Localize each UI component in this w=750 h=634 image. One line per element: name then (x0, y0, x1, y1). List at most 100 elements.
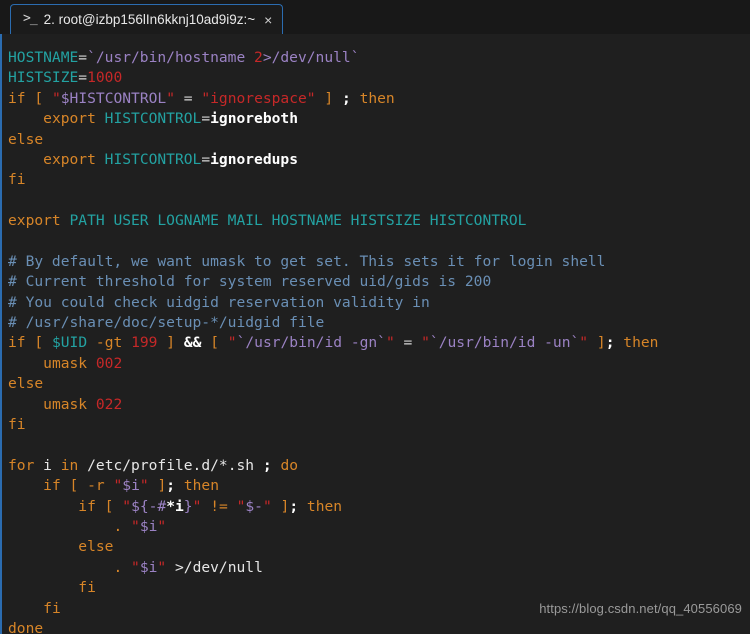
token-kw: else (8, 130, 44, 148)
terminal-line: umask 022 (8, 395, 750, 415)
token-kw: [ (210, 334, 219, 352)
token-str: " (122, 497, 132, 515)
terminal-line: # /usr/share/doc/setup-*/uidgid file (8, 313, 750, 333)
token-path: $- (245, 497, 263, 515)
terminal-line: HOSTNAME=`/usr/bin/hostname 2>/dev/null` (8, 48, 750, 68)
token-path: $i (122, 477, 140, 495)
tab-title: 2. root@izbp156lIn6kknj10ad9i9z:~ (43, 11, 256, 27)
prompt-icon: >_ (23, 11, 38, 26)
terminal-line: export PATH USER LOGNAME MAIL HOSTNAME H… (8, 211, 750, 231)
token-bold: ; (166, 477, 176, 495)
close-icon[interactable]: × (262, 13, 274, 27)
token-bold: *i (166, 497, 184, 515)
token-kw: else (78, 538, 114, 556)
terminal-window: >_ 2. root@izbp156lIn6kknj10ad9i9z:~ × H… (0, 0, 750, 634)
token-kw: -r (87, 477, 105, 495)
token-kw: then (183, 477, 220, 495)
token-path: ${-# (131, 497, 167, 515)
terminal-line: # By default, we want umask to get set. … (8, 252, 750, 272)
token-kw: else (8, 375, 44, 393)
token-str: " (157, 517, 167, 535)
terminal-pane[interactable]: HOSTNAME=`/usr/bin/hostname 2>/dev/null`… (0, 34, 750, 634)
token-plain: = (175, 89, 202, 107)
token-kw: then (306, 497, 343, 515)
terminal-line: else (8, 537, 750, 557)
token-path: $HISTCONTROL (60, 89, 167, 107)
terminal-line: if [ "$HISTCONTROL" = "ignorespace" ] ; … (8, 89, 750, 109)
token-white: i (43, 456, 52, 474)
token-path: $i (139, 517, 158, 535)
terminal-line: if [ $UID -gt 199 ] && [ "`/usr/bin/id -… (8, 333, 750, 353)
token-path: `/usr/bin/hostname (87, 49, 255, 66)
terminal-line: . "$i" >/dev/null (8, 558, 750, 578)
token-cmt: # /usr/share/doc/setup-*/uidgid file (8, 314, 325, 332)
token-kw: for (8, 456, 35, 474)
token-str: "ignorespace" (201, 89, 316, 107)
token-bold: ; (341, 89, 351, 107)
token-str: " (131, 517, 140, 535)
token-path: >/dev/null` (262, 49, 360, 66)
terminal-line: umask 002 (8, 354, 750, 374)
token-cmt: # Current threshold for system reserved … (8, 273, 492, 291)
token-kw: do (280, 456, 299, 474)
token-path: $i (139, 558, 158, 576)
token-kw: [ (34, 89, 44, 107)
token-kw: if (8, 89, 26, 107)
token-white: /etc/profile.d/*.sh (87, 456, 255, 474)
token-var: PATH USER LOGNAME MAIL HOSTNAME HISTSIZE… (69, 212, 527, 230)
token-bold: ignoredups (210, 150, 298, 168)
terminal-line: else (8, 374, 750, 394)
token-bold: && (183, 334, 202, 352)
token-num: 002 (95, 354, 123, 372)
token-var: HISTCONTROL (104, 110, 202, 128)
token-kw: ] (596, 334, 606, 352)
terminal-line: export HISTCONTROL=ignoreboth (8, 109, 750, 129)
token-plain: = (78, 69, 88, 87)
tab-bar: >_ 2. root@izbp156lIn6kknj10ad9i9z:~ × (0, 0, 750, 34)
token-str: " (51, 89, 61, 107)
token-kw: ] (157, 477, 167, 495)
token-kw: export (8, 212, 61, 230)
terminal-tab[interactable]: >_ 2. root@izbp156lIn6kknj10ad9i9z:~ × (10, 4, 284, 34)
token-path: } (183, 497, 193, 515)
token-var: HISTSIZE (8, 69, 79, 87)
terminal-line: fi (8, 415, 750, 435)
terminal-line: done (8, 619, 750, 634)
token-plain: = (394, 334, 422, 352)
watermark: https://blog.csdn.net/qq_40556069 (539, 601, 742, 616)
token-kw: export (43, 150, 96, 168)
token-str: " (227, 334, 237, 352)
token-kw: -gt (95, 334, 123, 352)
token-kw: [ (34, 334, 44, 352)
token-cmt: # By default, we want umask to get set. … (8, 252, 606, 270)
token-kw: umask (43, 354, 88, 372)
token-str: " (385, 334, 395, 352)
token-kw: fi (8, 171, 26, 189)
